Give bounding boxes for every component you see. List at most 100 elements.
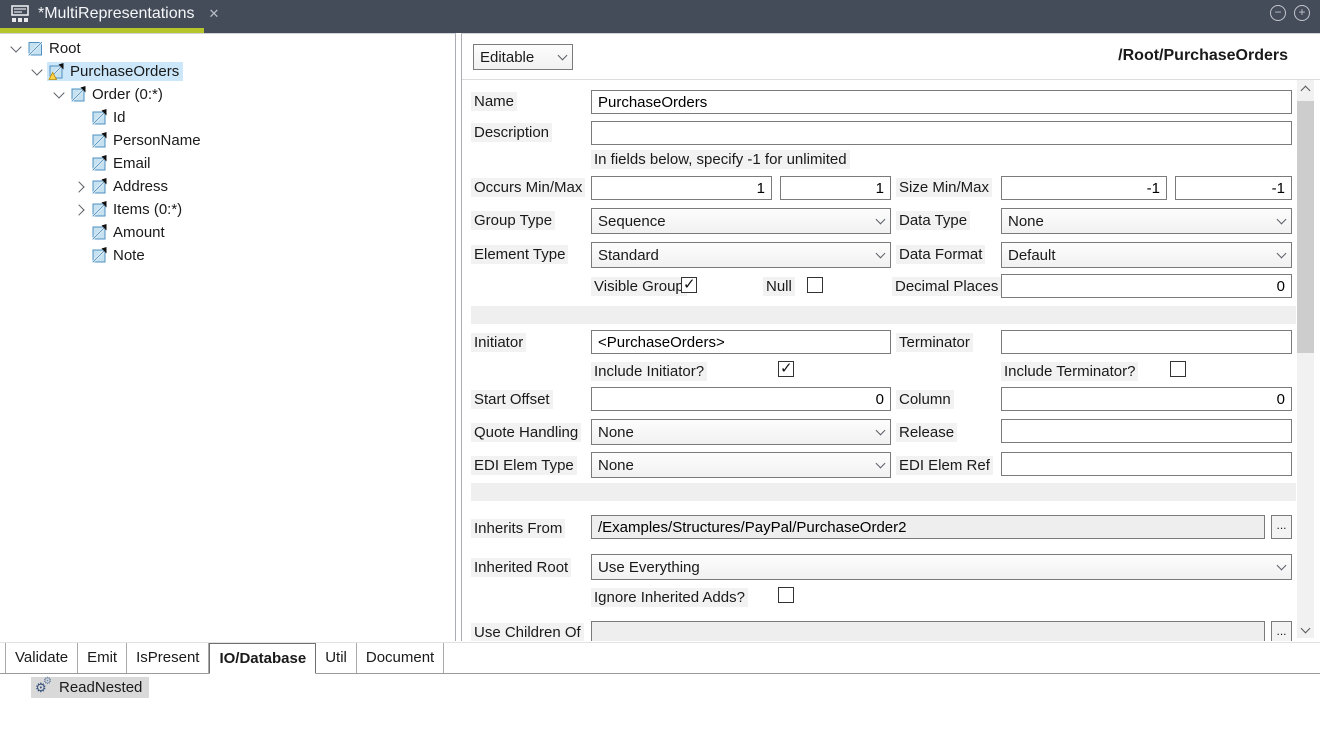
- chevron-down-icon: [1271, 209, 1291, 233]
- tab-ispresent[interactable]: IsPresent: [127, 643, 209, 673]
- edi-elem-type-label: EDI Elem Type: [471, 456, 577, 475]
- tree-item-label: Order (0:*): [92, 86, 163, 103]
- chevron-down-icon: [552, 45, 572, 69]
- tree-item-amount[interactable]: Amount: [0, 221, 455, 244]
- chevron-down-icon: [870, 209, 890, 233]
- include-initiator-checkbox[interactable]: [778, 361, 794, 377]
- tab-util[interactable]: Util: [316, 643, 357, 673]
- size-min-input[interactable]: [1001, 176, 1167, 200]
- chevron-down-icon: [870, 243, 890, 267]
- tree-item-email[interactable]: Email: [0, 152, 455, 175]
- inherited-root-label: Inherited Root: [471, 558, 571, 577]
- form-scrollbar[interactable]: [1297, 80, 1314, 638]
- terminator-input[interactable]: [1001, 330, 1292, 354]
- inherits-from-field[interactable]: [591, 515, 1265, 539]
- data-format-select[interactable]: Default: [1001, 242, 1292, 268]
- start-offset-input[interactable]: [591, 387, 891, 411]
- quote-handling-select[interactable]: None: [591, 419, 891, 445]
- app-icon: [10, 4, 30, 24]
- tab-document[interactable]: Document: [357, 643, 444, 673]
- release-label: Release: [896, 423, 957, 442]
- data-type-select[interactable]: None: [1001, 208, 1292, 234]
- structure-node-icon: [28, 40, 44, 57]
- column-input[interactable]: [1001, 387, 1292, 411]
- occurs-max-input[interactable]: [780, 176, 891, 200]
- group-type-select[interactable]: Sequence: [591, 208, 891, 234]
- tree-item-order[interactable]: Order (0:*): [0, 83, 455, 106]
- structure-node-flag-icon: [92, 155, 108, 172]
- section-separator: [471, 483, 1296, 501]
- column-label: Column: [896, 390, 954, 409]
- edi-elem-ref-input[interactable]: [1001, 452, 1292, 476]
- chevron-down-icon: [870, 420, 890, 444]
- use-children-of-browse-button[interactable]: ...: [1271, 621, 1292, 641]
- use-children-of-field[interactable]: [591, 621, 1265, 641]
- initiator-label: Initiator: [471, 333, 526, 352]
- edi-elem-ref-label: EDI Elem Ref: [896, 456, 993, 475]
- edi-elem-type-select[interactable]: None: [591, 452, 891, 478]
- size-max-input[interactable]: [1175, 176, 1292, 200]
- close-tab-icon[interactable]: ✕: [209, 6, 220, 22]
- scrollbar-thumb[interactable]: [1297, 101, 1314, 353]
- app-window: *MultiRepresentations ✕ − + Root: [0, 0, 1320, 756]
- tab-emit[interactable]: Emit: [78, 643, 127, 673]
- inherits-from-label: Inherits From: [471, 519, 565, 538]
- release-input[interactable]: [1001, 419, 1292, 443]
- chevron-down-icon[interactable]: [49, 93, 69, 97]
- expand-all-button[interactable]: +: [1294, 5, 1310, 21]
- tree-item-root[interactable]: Root: [0, 37, 455, 60]
- name-label: Name: [471, 92, 517, 111]
- occurs-minmax-label: Occurs Min/Max: [471, 178, 585, 197]
- initiator-input[interactable]: [591, 330, 891, 354]
- tree-item-purchaseorders[interactable]: PurchaseOrders: [0, 60, 455, 83]
- ignore-inherited-adds-checkbox[interactable]: [778, 587, 794, 603]
- node-path-title: /Root/PurchaseOrders: [1118, 47, 1288, 65]
- tree-item-items[interactable]: Items (0:*): [0, 198, 455, 221]
- tree-item-label: Email: [113, 155, 151, 172]
- document-title: *MultiRepresentations: [38, 5, 195, 23]
- scroll-down-icon[interactable]: [1297, 621, 1314, 638]
- data-type-label: Data Type: [896, 211, 970, 230]
- chevron-down-icon[interactable]: [27, 70, 47, 74]
- structure-node-flag-icon: [92, 132, 108, 149]
- tree-item-label: Id: [113, 109, 126, 126]
- chevron-right-icon[interactable]: [70, 206, 90, 214]
- inherited-root-select[interactable]: Use Everything: [591, 554, 1292, 580]
- data-format-label: Data Format: [896, 245, 985, 264]
- method-item-readnested[interactable]: ⚙ ⚙ ReadNested: [31, 677, 149, 698]
- method-label: ReadNested: [59, 679, 142, 696]
- tree-item-address[interactable]: Address: [0, 175, 455, 198]
- name-input[interactable]: [591, 90, 1292, 114]
- chevron-down-icon: [1271, 243, 1291, 267]
- ignore-inherited-adds-label: Ignore Inherited Adds?: [591, 588, 748, 607]
- description-input[interactable]: [591, 121, 1292, 145]
- terminator-label: Terminator: [896, 333, 973, 352]
- decimal-places-input[interactable]: [1001, 274, 1292, 298]
- null-checkbox[interactable]: [807, 277, 823, 293]
- method-category-tabbar: Validate Emit IsPresent IO/Database Util…: [0, 642, 1320, 674]
- chevron-down-icon: [870, 453, 890, 477]
- null-label: Null: [763, 277, 795, 296]
- tab-validate[interactable]: Validate: [5, 643, 78, 673]
- group-type-label: Group Type: [471, 211, 555, 230]
- visible-group-checkbox[interactable]: [681, 277, 697, 293]
- visible-group-label: Visible Group: [591, 277, 687, 296]
- collapse-all-button[interactable]: −: [1270, 5, 1286, 21]
- scroll-up-icon[interactable]: [1297, 80, 1314, 97]
- header-divider: [462, 79, 1320, 80]
- chevron-down-icon[interactable]: [6, 47, 26, 51]
- include-terminator-checkbox[interactable]: [1170, 361, 1186, 377]
- document-tab[interactable]: *MultiRepresentations ✕: [0, 0, 219, 28]
- tree-item-personname[interactable]: PersonName: [0, 129, 455, 152]
- tree-item-note[interactable]: Note: [0, 244, 455, 267]
- tree-item-label: Root: [49, 40, 81, 57]
- tree-item-id[interactable]: Id: [0, 106, 455, 129]
- chevron-down-icon: [1271, 555, 1291, 579]
- inherits-from-browse-button[interactable]: ...: [1271, 515, 1292, 539]
- element-type-select[interactable]: Standard: [591, 242, 891, 268]
- edit-mode-select[interactable]: Editable: [473, 44, 573, 70]
- unlimited-helper-text: In fields below, specify -1 for unlimite…: [591, 150, 850, 169]
- chevron-right-icon[interactable]: [70, 183, 90, 191]
- tab-io-database[interactable]: IO/Database: [209, 643, 316, 674]
- occurs-min-input[interactable]: [591, 176, 772, 200]
